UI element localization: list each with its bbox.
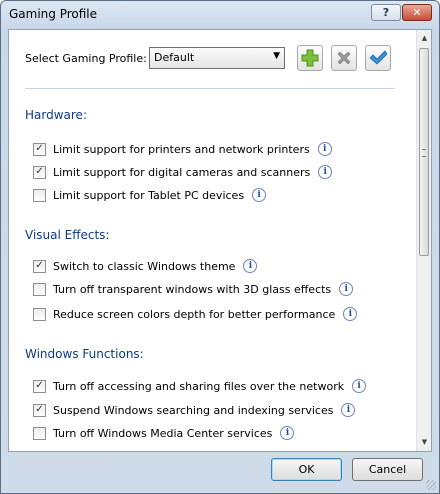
scroll-down-icon[interactable]: ▼ (417, 435, 431, 450)
option-row[interactable]: Turn off Windows Media Center services i (33, 425, 295, 441)
info-icon[interactable]: i (352, 379, 367, 393)
option-label: Turn off transparent windows with 3D gla… (53, 282, 332, 296)
chevron-down-icon: ▼ (273, 51, 280, 61)
section-title-visual-effects: Visual Effects: (25, 228, 110, 242)
profile-select[interactable]: Default ▼ (149, 47, 285, 69)
option-row[interactable]: ✓ Limit support for printers and network… (33, 141, 332, 157)
option-label: Limit support for digital cameras and sc… (53, 165, 311, 179)
add-profile-button[interactable] (297, 45, 323, 71)
checkbox-check: ✓ (35, 404, 44, 415)
option-label: Turn off Windows Media Center services (53, 426, 273, 440)
section-title-hardware: Hardware: (25, 108, 87, 122)
cancel-button[interactable]: Cancel (352, 458, 423, 481)
checkbox[interactable]: ✓ (33, 403, 46, 417)
help-icon: ? (382, 6, 390, 19)
scroll-up-icon[interactable]: ▲ (417, 31, 431, 46)
profile-label: Select Gaming Profile: (25, 52, 147, 65)
checkbox-check: ✓ (35, 166, 44, 177)
option-label: Suspend Windows searching and indexing s… (53, 403, 334, 417)
option-label: Limit support for Tablet PC devices (53, 188, 245, 202)
info-icon[interactable]: i (343, 307, 358, 321)
checkbox[interactable] (33, 282, 46, 296)
info-icon[interactable]: i (243, 259, 258, 273)
info-icon[interactable]: i (318, 165, 333, 179)
close-icon: ✕ (412, 6, 422, 19)
option-label: Reduce screen colors depth for better pe… (53, 307, 336, 321)
checkbox[interactable]: ✓ (33, 165, 46, 179)
info-icon[interactable]: i (280, 426, 295, 440)
separator (25, 88, 395, 89)
x-icon (337, 51, 351, 65)
checkbox-check: ✓ (35, 260, 44, 271)
ok-button[interactable]: OK (271, 458, 342, 481)
content-panel: Select Gaming Profile: Default ▼ Hardwar… (8, 29, 432, 452)
resize-grip-icon[interactable] (426, 480, 436, 490)
option-row[interactable]: ✓ Suspend Windows searching and indexing… (33, 402, 356, 418)
option-row[interactable]: ✓ Switch to classic Windows theme i (33, 258, 258, 274)
checkbox-check: ✓ (35, 143, 44, 154)
option-row[interactable]: Reduce screen colors depth for better pe… (33, 306, 358, 322)
option-label: Turn off accessing and sharing files ove… (53, 379, 345, 393)
vertical-scrollbar[interactable]: ▲ ▼ (416, 30, 431, 451)
info-icon[interactable]: i (252, 188, 267, 202)
info-icon[interactable]: i (339, 282, 354, 296)
info-icon[interactable]: i (341, 403, 356, 417)
checkbox[interactable]: ✓ (33, 142, 46, 156)
option-row[interactable]: Limit support for Tablet PC devices i (33, 187, 267, 203)
help-button[interactable]: ? (371, 4, 401, 21)
info-icon[interactable]: i (317, 142, 332, 156)
checkbox[interactable] (33, 188, 46, 202)
gaming-profile-window: Gaming Profile ? ✕ Select Gaming Profile… (0, 0, 440, 494)
checkbox[interactable]: ✓ (33, 379, 46, 393)
option-row[interactable]: ✓ Turn off accessing and sharing files o… (33, 378, 367, 394)
section-title-windows-functions: Windows Functions: (25, 347, 144, 361)
option-label: Switch to classic Windows theme (53, 259, 236, 273)
scrollbar-thumb[interactable] (419, 48, 429, 256)
checkbox[interactable] (33, 307, 46, 321)
option-row[interactable]: Turn off transparent windows with 3D gla… (33, 281, 354, 297)
option-row[interactable]: ✓ Limit support for digital cameras and … (33, 164, 333, 180)
window-title: Gaming Profile (9, 7, 98, 21)
option-label: Limit support for printers and network p… (53, 142, 310, 156)
plus-icon (301, 49, 319, 67)
checkbox[interactable] (33, 426, 46, 440)
profile-select-value: Default (154, 51, 195, 64)
checkbox-check: ✓ (35, 380, 44, 391)
close-button[interactable]: ✕ (402, 4, 432, 21)
delete-profile-button[interactable] (331, 45, 357, 71)
checkbox[interactable]: ✓ (33, 259, 46, 273)
checkmark-icon (369, 50, 387, 65)
title-bar[interactable]: Gaming Profile ? ✕ (1, 1, 439, 29)
apply-profile-button[interactable] (365, 45, 391, 71)
